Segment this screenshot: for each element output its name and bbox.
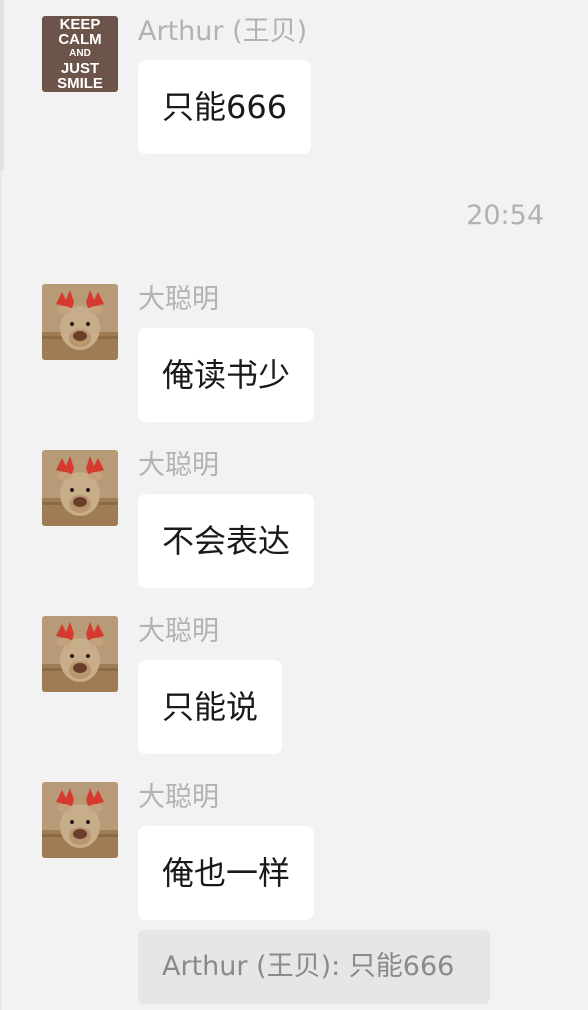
- timestamp: 20:54: [466, 200, 544, 231]
- keep-calm-avatar[interactable]: KEEP CALM AND JUST SMILE: [42, 16, 118, 92]
- sender-name: 大聪明: [138, 616, 219, 647]
- reindeer-avatar-image: [42, 284, 118, 360]
- sender-name: Arthur (王贝): [138, 16, 308, 47]
- reindeer-avatar-image: [42, 450, 118, 526]
- sender-name: 大聪明: [138, 450, 219, 481]
- reindeer-avatar[interactable]: [42, 782, 118, 858]
- reindeer-avatar[interactable]: [42, 284, 118, 360]
- reindeer-avatar-image: [42, 616, 118, 692]
- message-bubble[interactable]: 俺读书少: [138, 328, 315, 422]
- sender-name: 大聪明: [138, 284, 219, 315]
- message-bubble[interactable]: 只能说: [138, 660, 283, 754]
- reindeer-avatar[interactable]: [42, 450, 118, 526]
- reindeer-avatar-image: [42, 782, 118, 858]
- window-edge: [0, 170, 2, 1010]
- quoted-message[interactable]: Arthur (王贝): 只能666: [138, 930, 490, 1004]
- message-bubble[interactable]: 不会表达: [138, 494, 315, 588]
- sender-name: 大聪明: [138, 782, 219, 813]
- message-bubble[interactable]: 只能666: [138, 60, 312, 154]
- reindeer-avatar[interactable]: [42, 616, 118, 692]
- message-bubble[interactable]: 俺也一样: [138, 826, 315, 920]
- window-edge: [0, 0, 4, 170]
